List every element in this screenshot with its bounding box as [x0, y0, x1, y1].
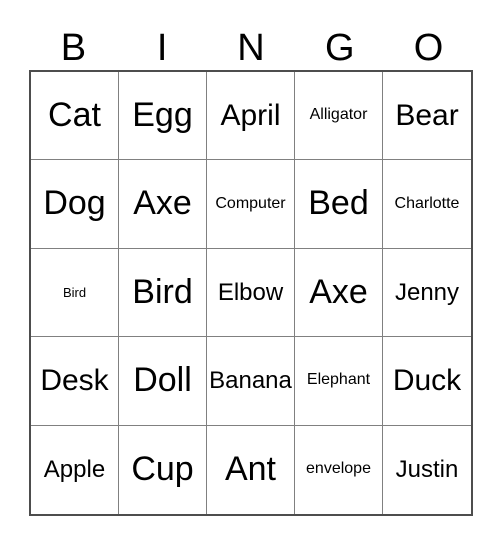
bingo-cell-r1c2[interactable]: Egg: [119, 72, 207, 161]
bingo-header-letter-i: I: [156, 27, 168, 69]
bingo-cell-r4c2[interactable]: Doll: [119, 337, 207, 426]
bingo-cell-label: Bear: [395, 98, 459, 132]
bingo-header-row: B I N G O: [29, 12, 473, 70]
bingo-cell-label: Doll: [133, 361, 192, 400]
bingo-cell-r1c5[interactable]: Bear: [383, 72, 471, 161]
bingo-cell-r5c2[interactable]: Cup: [119, 425, 207, 514]
bingo-cell-label: Bird: [132, 272, 193, 311]
bingo-cell-label: Cup: [131, 449, 194, 488]
bingo-cell-label: Computer: [215, 194, 286, 212]
bingo-cell-r2c3[interactable]: Computer: [207, 160, 295, 249]
bingo-cell-label: Elephant: [306, 371, 371, 389]
bingo-cell-r3c1[interactable]: Bird: [31, 248, 119, 338]
bingo-cell-r1c1[interactable]: Cat: [31, 72, 119, 161]
bingo-cell-label: Alligator: [309, 106, 368, 124]
bingo-cell-label: Cat: [48, 95, 101, 134]
bingo-cell-label: Axe: [309, 272, 368, 311]
bingo-cell-label: Bird: [62, 284, 87, 300]
bingo-header-letter-b: B: [60, 27, 87, 69]
bingo-cell-r2c2[interactable]: Axe: [119, 160, 207, 249]
bingo-cell-r4c1[interactable]: Desk: [31, 337, 119, 426]
bingo-cell-label: Elbow: [217, 278, 284, 306]
bingo-cell-r5c5[interactable]: Justin: [383, 425, 471, 514]
bingo-cell-r4c5[interactable]: Duck: [383, 337, 471, 426]
bingo-cell-label: Justin: [395, 456, 459, 484]
bingo-cell-r5c1[interactable]: Apple: [31, 425, 119, 514]
bingo-header-letter-o: O: [413, 27, 444, 69]
bingo-cell-r2c5[interactable]: Charlotte: [383, 160, 471, 249]
bingo-cell-label: Bed: [308, 184, 369, 223]
bingo-cell-r5c4[interactable]: envelope: [295, 425, 383, 514]
bingo-grid: Cat Egg April Alligator Bear Dog Axe Com…: [29, 70, 473, 516]
bingo-cell-label: Apple: [43, 456, 106, 484]
bingo-cell-r1c4[interactable]: Alligator: [295, 72, 383, 161]
bingo-cell-r1c3[interactable]: April: [207, 72, 295, 161]
bingo-cell-label: Banana: [209, 367, 292, 395]
bingo-cell-label: Duck: [392, 364, 462, 398]
bingo-cell-r2c1[interactable]: Dog: [31, 160, 119, 249]
bingo-cell-r4c3[interactable]: Banana: [207, 337, 295, 426]
bingo-header-letter-g: G: [325, 27, 355, 69]
bingo-cell-label: Charlotte: [394, 194, 460, 212]
bingo-cell-r4c4[interactable]: Elephant: [295, 337, 383, 426]
bingo-cell-r3c2[interactable]: Bird: [119, 248, 207, 338]
bingo-cell-r3c4[interactable]: Axe: [295, 248, 383, 338]
bingo-cell-r2c4[interactable]: Bed: [295, 160, 383, 249]
bingo-header-letter-n: N: [237, 27, 265, 69]
bingo-cell-label: Egg: [132, 95, 193, 134]
bingo-cell-r5c3[interactable]: Ant: [207, 425, 295, 514]
bingo-cell-label: Ant: [224, 449, 277, 488]
bingo-cell-label: envelope: [306, 460, 371, 478]
bingo-cell-label: Desk: [40, 364, 109, 398]
bingo-card: B I N G O Cat Egg April Alligator Bear D…: [0, 0, 500, 544]
bingo-cell-label: Dog: [43, 184, 106, 223]
bingo-cell-r3c5[interactable]: Jenny: [383, 248, 471, 338]
bingo-cell-label: Jenny: [394, 278, 460, 306]
bingo-cell-label: Axe: [133, 184, 192, 223]
bingo-cell-r3c3[interactable]: Elbow: [207, 248, 295, 338]
bingo-cell-label: April: [220, 98, 281, 132]
